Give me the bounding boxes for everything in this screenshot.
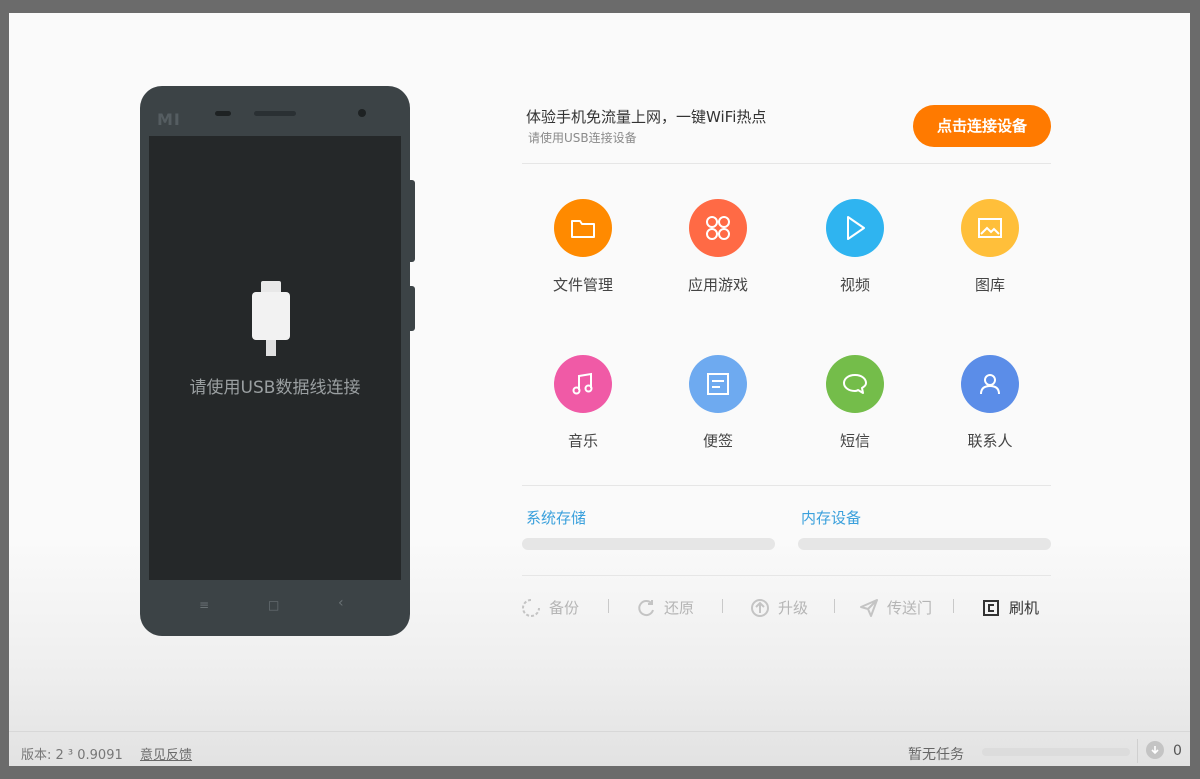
tile-label: 短信	[839, 432, 870, 450]
flash-button[interactable]: 刷机	[981, 597, 1039, 618]
back-icon: ‹	[338, 595, 344, 611]
tile-apps-games[interactable]: 应用游戏	[668, 199, 768, 295]
tile-label: 视频	[839, 276, 870, 294]
restore-label: 还原	[664, 599, 695, 617]
message-icon	[826, 355, 884, 413]
feedback-link[interactable]: 意见反馈	[140, 744, 192, 763]
tile-gallery[interactable]: 图库	[940, 199, 1040, 295]
version-text: 版本: 2 ³ 0.9091	[21, 748, 123, 763]
speaker-icon	[254, 111, 296, 116]
tile-music[interactable]: 音乐	[533, 355, 633, 451]
flash-label: 刷机	[1009, 599, 1040, 617]
usb-plug-icon	[252, 281, 290, 363]
backup-button[interactable]: 备份	[521, 597, 579, 618]
tile-label: 文件管理	[552, 276, 613, 294]
note-icon	[689, 355, 747, 413]
backup-label: 备份	[549, 599, 580, 617]
apps-icon	[689, 199, 747, 257]
play-icon	[826, 199, 884, 257]
tile-label: 联系人	[967, 432, 1013, 450]
divider	[522, 485, 1051, 486]
memory-device-label: 内存设备	[801, 509, 862, 527]
transfer-label: 传送门	[887, 599, 933, 617]
download-icon[interactable]	[1146, 741, 1164, 759]
tile-file-manager[interactable]: 文件管理	[533, 199, 633, 295]
separator	[953, 599, 954, 613]
upgrade-icon	[750, 598, 770, 618]
divider	[522, 163, 1051, 164]
flash-icon	[981, 598, 1001, 618]
tile-label: 音乐	[567, 432, 598, 450]
task-progress-bar	[982, 748, 1130, 756]
home-icon: □	[268, 598, 280, 612]
menu-icon: ≡	[199, 598, 210, 612]
separator	[1137, 739, 1138, 763]
tile-label: 便签	[702, 432, 733, 450]
tile-video[interactable]: 视频	[805, 199, 905, 295]
system-storage-label: 系统存储	[526, 509, 587, 527]
sensor-icon	[215, 111, 231, 116]
download-count: 0	[1173, 743, 1182, 759]
tile-notes[interactable]: 便签	[668, 355, 768, 451]
tile-label: 应用游戏	[687, 276, 748, 294]
music-icon	[554, 355, 612, 413]
task-status: 暂无任务	[908, 747, 964, 763]
memory-device-bar	[798, 538, 1051, 550]
system-storage-bar	[522, 538, 775, 550]
tile-messages[interactable]: 短信	[805, 355, 905, 451]
divider	[522, 575, 1051, 576]
promo-title: 体验手机免流量上网，一键WiFi热点	[526, 108, 767, 126]
phone-screen: 请使用USB数据线连接	[149, 136, 401, 580]
connect-device-button[interactable]: 点击连接设备	[913, 105, 1051, 147]
phone-illustration: MI 请使用USB数据线连接 ≡ □ ‹	[140, 86, 410, 636]
image-icon	[961, 199, 1019, 257]
app-window: MI 请使用USB数据线连接 ≡ □ ‹ 体验手机免流量上网，一键WiFi热点 …	[9, 13, 1190, 766]
camera-icon	[358, 109, 366, 117]
tile-contacts[interactable]: 联系人	[940, 355, 1040, 451]
folder-icon	[554, 199, 612, 257]
send-icon	[859, 598, 879, 618]
restore-icon	[636, 598, 656, 618]
mi-logo: MI	[157, 110, 181, 129]
upgrade-label: 升级	[778, 599, 809, 617]
footer-divider	[9, 731, 1190, 732]
restore-button[interactable]: 还原	[636, 597, 694, 618]
separator	[608, 599, 609, 613]
separator	[834, 599, 835, 613]
separator	[722, 599, 723, 613]
backup-icon	[521, 598, 541, 618]
promo-subtitle: 请使用USB连接设备	[528, 131, 637, 145]
contact-icon	[961, 355, 1019, 413]
transfer-button[interactable]: 传送门	[859, 597, 932, 618]
upgrade-button[interactable]: 升级	[750, 597, 808, 618]
usb-connect-message: 请使用USB数据线连接	[189, 378, 361, 398]
tile-label: 图库	[974, 276, 1005, 294]
